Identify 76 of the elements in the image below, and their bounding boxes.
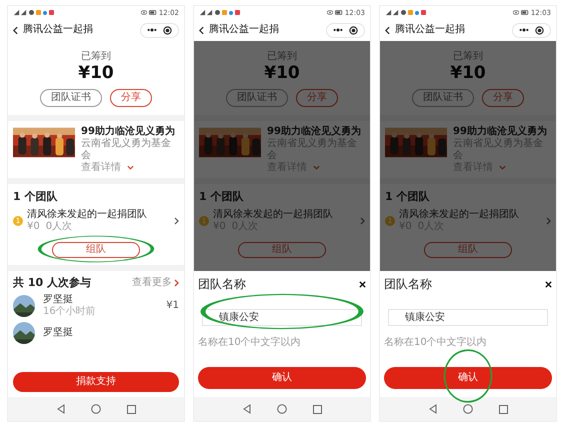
chevron-down-icon[interactable] [127, 165, 134, 170]
back-icon[interactable] [13, 26, 18, 34]
section-heading: 1 个团队 [198, 189, 244, 205]
share-button[interactable]: 分享 [482, 89, 524, 107]
amount-raised: ¥10 [450, 63, 486, 83]
battery-icon [334, 10, 343, 15]
signal-icon [13, 9, 27, 16]
certificate-button[interactable]: 团队证书 [412, 89, 474, 107]
join-team-button[interactable]: 组队 [52, 242, 140, 258]
more-icon[interactable] [147, 28, 157, 32]
donate-button[interactable]: 捐款支持 [13, 372, 179, 392]
back-icon[interactable] [385, 26, 390, 34]
confirm-button[interactable]: 确认 [198, 367, 366, 389]
avatar-icon [13, 295, 35, 317]
capsule-menu[interactable] [140, 22, 179, 38]
section-heading: 1 个团队 [12, 189, 58, 205]
see-more-link[interactable]: 查看更多 [132, 276, 179, 288]
chevron-right-icon[interactable] [174, 217, 179, 225]
recent-apps-icon[interactable] [126, 404, 136, 414]
page-title: 腾讯公益一起捐 [23, 24, 94, 36]
project-organization: 云南省见义勇为基金会 [81, 138, 172, 162]
back-icon[interactable] [199, 26, 204, 34]
raised-label: 已筹到 [267, 51, 297, 63]
home-icon[interactable] [276, 404, 286, 414]
team-name-field[interactable]: 镇康公安 [202, 308, 362, 326]
capsule-menu[interactable] [512, 22, 551, 38]
raised-label: 已筹到 [81, 51, 111, 63]
page-title: 腾讯公益一起捐 [209, 24, 280, 36]
name-hint: 名称在10个中文字以内 [384, 337, 488, 349]
page-title: 腾讯公益一起捐 [395, 24, 466, 36]
project-title: 99助力临沧见义勇为 [267, 126, 362, 138]
signal-icon [199, 9, 213, 16]
amount-raised: ¥10 [264, 63, 300, 83]
chevron-right-icon[interactable] [174, 278, 179, 286]
donor-name: 罗坚挺 [43, 294, 74, 306]
raised-label: 已筹到 [453, 51, 483, 63]
join-team-button[interactable]: 组队 [424, 242, 512, 258]
amount-raised: ¥10 [78, 63, 114, 83]
certificate-button[interactable]: 团队证书 [226, 89, 288, 107]
share-button[interactable]: 分享 [296, 89, 338, 107]
details-link[interactable]: 查看详情 [81, 162, 121, 173]
team-amount: ¥0 [27, 221, 40, 233]
eye-icon [326, 10, 333, 15]
team-count: 0人次 [46, 221, 72, 233]
battery-icon [148, 10, 157, 15]
donation-amount: ¥1 [166, 300, 179, 312]
project-title: 99助力临沧见义勇为 [81, 126, 176, 138]
section-heading: 1 个团队 [384, 189, 430, 205]
home-icon[interactable] [90, 404, 100, 414]
share-button[interactable]: 分享 [110, 89, 152, 107]
section-heading: 共 10 人次参与 [13, 276, 91, 289]
signal-icon [385, 9, 399, 16]
donation-time: 16个小时前 [43, 306, 97, 318]
battery-icon [520, 10, 529, 15]
capsule-menu[interactable] [326, 22, 365, 38]
join-team-button[interactable]: 组队 [238, 242, 326, 258]
recent-apps-icon[interactable] [312, 404, 322, 414]
project-card[interactable]: 99助力临沧见义勇为 云南省见义勇为基金会 查看详情 [8, 121, 184, 178]
confirm-button[interactable]: 确认 [384, 367, 552, 389]
team-name: 清风徐来发起的一起捐团队 [27, 209, 148, 221]
donor-name: 罗坚挺 [43, 327, 74, 339]
eye-icon [140, 10, 147, 15]
home-icon[interactable] [462, 404, 472, 414]
eye-icon [512, 10, 519, 15]
team-name-field[interactable]: 镇康公安 [388, 308, 548, 326]
more-icon[interactable] [519, 28, 529, 32]
recent-apps-icon[interactable] [498, 404, 508, 414]
avatar-icon [13, 322, 35, 344]
team-name: 清风徐来发起的一起捐团队 [399, 209, 520, 221]
dialog-title: 团队名称 [198, 277, 246, 291]
team-name: 清风徐来发起的一起捐团队 [213, 209, 334, 221]
dialog-title: 团队名称 [384, 277, 432, 291]
certificate-button[interactable]: 团队证书 [40, 89, 102, 107]
name-hint: 名称在10个中文字以内 [198, 337, 302, 349]
more-icon[interactable] [333, 28, 343, 32]
project-title: 99助力临沧见义勇为 [453, 126, 548, 138]
